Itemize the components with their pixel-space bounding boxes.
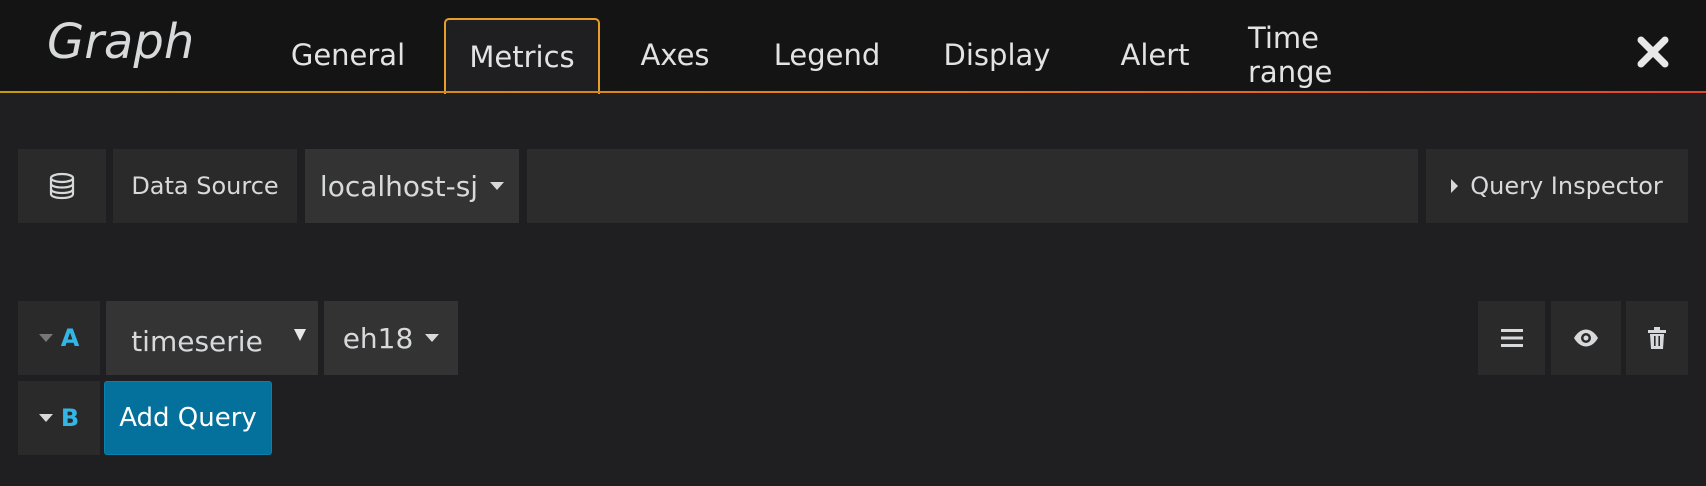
- editor-header: Graph General Metrics Axes Legend Displa…: [0, 0, 1706, 94]
- select-arrow-icon: [294, 329, 306, 341]
- query-a-type-select[interactable]: timeserie: [106, 301, 318, 375]
- query-b-letter: B: [60, 404, 80, 432]
- tab-general[interactable]: General: [278, 18, 418, 92]
- query-a-toggle[interactable]: A: [18, 301, 100, 375]
- chevron-down-icon: [38, 334, 53, 342]
- close-icon[interactable]: [1635, 34, 1671, 70]
- datasource-select[interactable]: localhost-sj: [305, 149, 519, 223]
- database-icon: [49, 172, 75, 200]
- eye-icon: [1574, 329, 1598, 347]
- datasource-spacer: [527, 149, 1418, 223]
- delete-query-button[interactable]: [1626, 301, 1688, 375]
- datasource-selected: localhost-sj: [319, 169, 479, 203]
- query-inspector-button[interactable]: Query Inspector: [1426, 149, 1688, 223]
- add-query-button[interactable]: Add Query: [104, 381, 272, 455]
- tab-alert[interactable]: Alert: [1110, 18, 1200, 92]
- datasource-icon-box: [18, 149, 106, 223]
- chevron-down-icon: [38, 414, 53, 422]
- query-inspector-label: Query Inspector: [1470, 172, 1663, 200]
- query-a-letter: A: [60, 324, 80, 352]
- query-menu-button[interactable]: [1478, 301, 1545, 375]
- tab-metrics[interactable]: Metrics: [444, 18, 600, 94]
- chevron-down-icon: [425, 334, 440, 342]
- panel-title: Graph: [47, 14, 195, 70]
- tab-time-range[interactable]: Time range: [1248, 18, 1408, 92]
- tab-display[interactable]: Display: [938, 18, 1056, 92]
- tab-axes[interactable]: Axes: [630, 18, 720, 92]
- query-b-toggle[interactable]: B: [18, 381, 100, 455]
- tab-legend[interactable]: Legend: [770, 18, 884, 92]
- query-a-target-select[interactable]: eh18: [324, 301, 458, 375]
- query-a-type: timeserie: [131, 324, 263, 358]
- trash-icon: [1648, 327, 1666, 349]
- chevron-down-icon: [490, 182, 505, 190]
- query-a-target: eh18: [342, 321, 414, 355]
- datasource-label: Data Source: [113, 149, 297, 223]
- header-divider: [0, 91, 1706, 93]
- hamburger-icon: [1500, 329, 1523, 347]
- caret-right-icon: [1451, 179, 1459, 193]
- toggle-visibility-button[interactable]: [1551, 301, 1621, 375]
